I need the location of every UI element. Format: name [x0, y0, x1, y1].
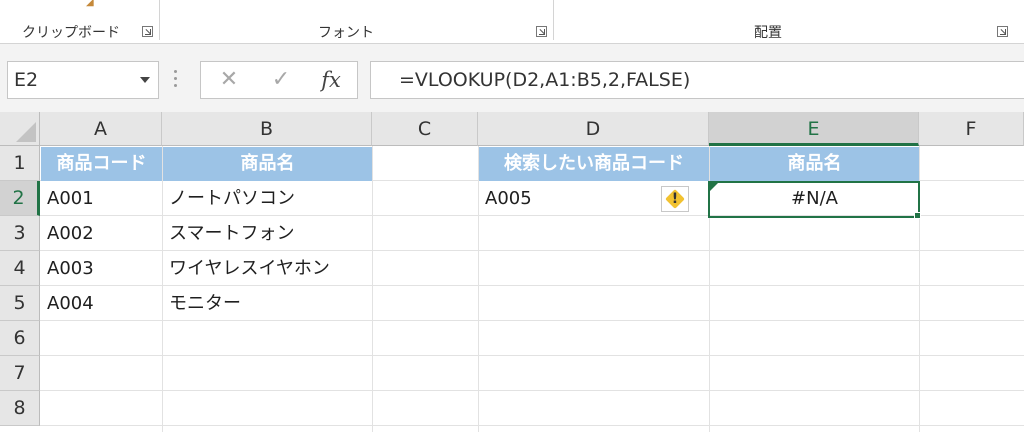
column-header-e[interactable]: E [709, 112, 919, 146]
enter-icon[interactable]: ✓ [259, 62, 303, 98]
grip-icon[interactable] [172, 70, 178, 90]
error-check-button[interactable]: ! [661, 186, 689, 212]
formula-buttons: ✕ ✓ fx [200, 61, 358, 99]
ribbon: ◢ クリップボード フォント 配置 [0, 0, 1024, 44]
ribbon-separator [553, 0, 554, 40]
column-header-b[interactable]: B [162, 112, 372, 146]
clipboard-launcher-icon[interactable] [142, 26, 153, 37]
cell-b4[interactable]: ワイヤレスイヤホン [163, 251, 372, 286]
insert-function-button[interactable]: fx [309, 62, 353, 98]
name-box[interactable]: E2 [7, 61, 159, 99]
ribbon-separator [159, 0, 160, 40]
gridline [40, 390, 1024, 391]
active-cell-border [708, 181, 920, 218]
cell-b5[interactable]: モニター [163, 286, 372, 321]
cell-a5[interactable]: A004 [41, 286, 162, 321]
column-header-d[interactable]: D [478, 112, 709, 146]
ribbon-group-clipboard: クリップボード [22, 25, 120, 41]
row-header-6[interactable]: 6 [0, 321, 40, 356]
cell-a2[interactable]: A001 [41, 181, 162, 216]
row-header-5[interactable]: 5 [0, 286, 40, 321]
column-header-a[interactable]: A [40, 112, 162, 146]
cancel-icon[interactable]: ✕ [207, 62, 251, 98]
cell-e1[interactable]: 商品名 [710, 147, 919, 181]
gridline [40, 355, 1024, 356]
chevron-down-icon[interactable] [140, 77, 150, 83]
row-header-7[interactable]: 7 [0, 356, 40, 391]
select-all-button[interactable] [0, 112, 40, 146]
cell-d2[interactable]: A005 [479, 181, 659, 216]
cell-d1[interactable]: 検索したい商品コード [479, 147, 709, 181]
warning-mark: ! [671, 191, 679, 207]
ribbon-group-alignment: 配置 [754, 25, 782, 41]
cell-a1[interactable]: 商品コード [41, 147, 162, 181]
cell-b3[interactable]: スマートフォン [163, 216, 372, 251]
formula-bar-row: E2 ✕ ✓ fx =VLOOKUP(D2,A1:B5,2,FALSE) [0, 44, 1024, 112]
cell-a3[interactable]: A002 [41, 216, 162, 251]
formula-input[interactable]: =VLOOKUP(D2,A1:B5,2,FALSE) [370, 61, 1024, 99]
alignment-launcher-icon[interactable] [997, 26, 1008, 37]
gridline [40, 425, 1024, 426]
cell-b2[interactable]: ノートパソコン [163, 181, 372, 216]
ribbon-group-font: フォント [318, 25, 374, 41]
row-header-3[interactable]: 3 [0, 216, 40, 251]
row-header-1[interactable]: 1 [0, 146, 40, 181]
row-header-2[interactable]: 2 [0, 181, 40, 216]
cell-a4[interactable]: A003 [41, 251, 162, 286]
error-indicator-icon [710, 183, 718, 191]
column-header-c[interactable]: C [372, 112, 478, 146]
worksheet-grid[interactable]: A B C D E F 1 2 3 4 5 6 7 8 商品コード 商品名 検索… [0, 112, 1024, 432]
ribbon-icon-fragment: ◢ [86, 0, 94, 8]
cell-b1[interactable]: 商品名 [163, 147, 372, 181]
font-launcher-icon[interactable] [536, 26, 547, 37]
row-header-8[interactable]: 8 [0, 391, 40, 426]
column-header-f[interactable]: F [919, 112, 1024, 146]
row-header-4[interactable]: 4 [0, 251, 40, 286]
fill-handle[interactable] [914, 212, 921, 219]
name-box-value: E2 [14, 69, 39, 91]
